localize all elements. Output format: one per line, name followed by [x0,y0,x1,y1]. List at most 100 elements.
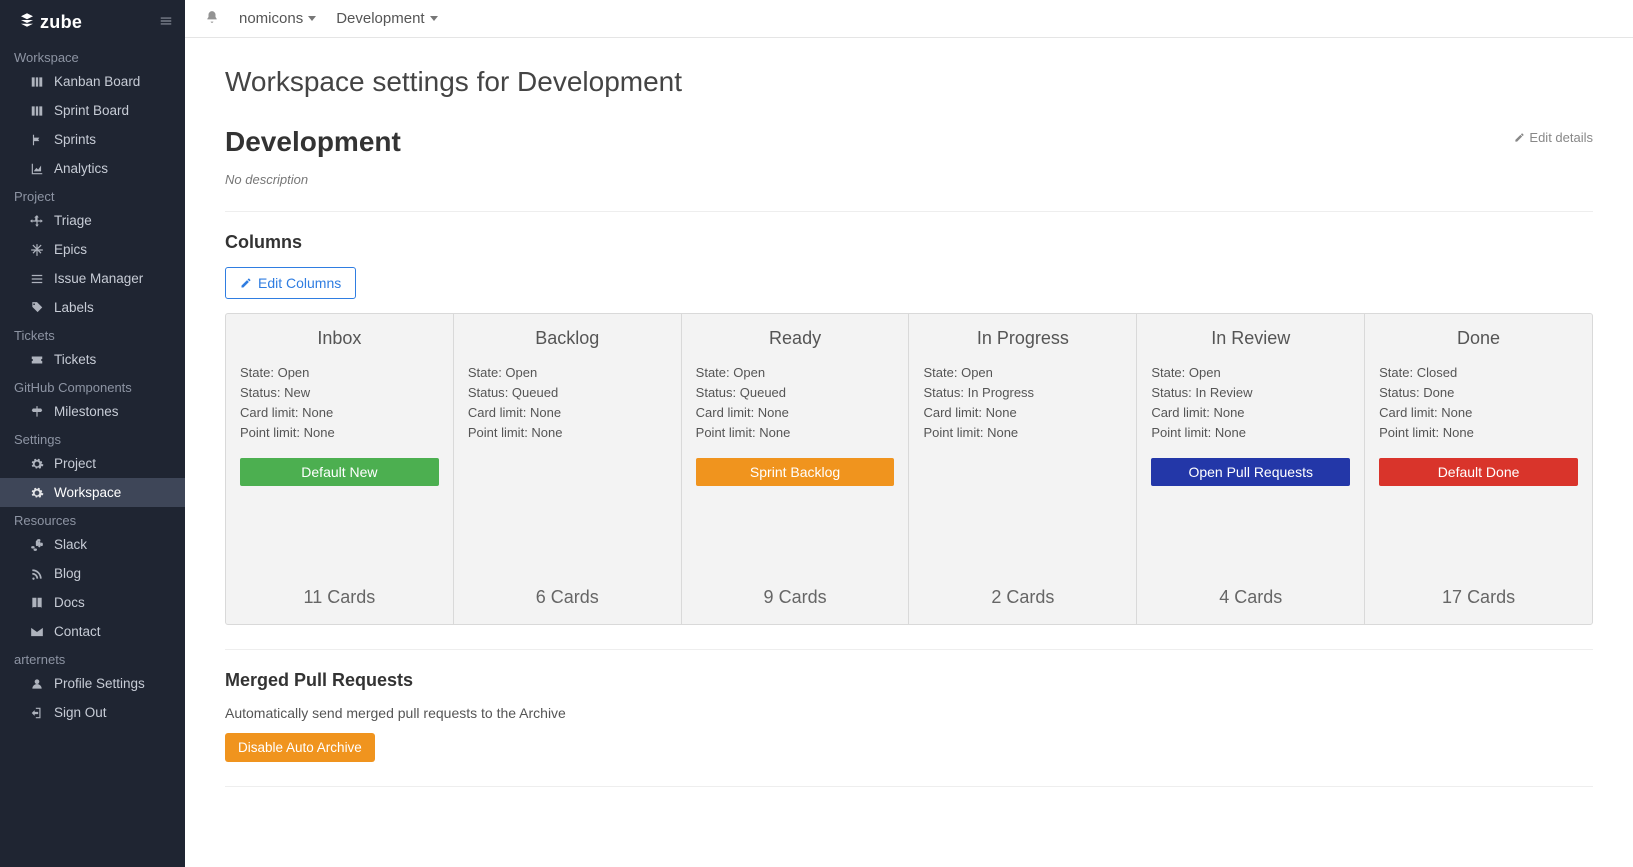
meta-label: Card limit [240,405,295,420]
column-meta-line: Status: In Progress [923,383,1122,403]
sidebar-toggle-icon[interactable] [159,14,173,31]
meta-label: State [1379,365,1409,380]
sidebar-section-title: arternets [0,646,185,669]
sidebar-item-label: Docs [54,595,85,610]
workspace-dropdown[interactable]: Development [336,10,437,27]
column-meta-line: Card limit: None [1151,403,1350,423]
sidebar-item-triage[interactable]: Triage [0,206,185,235]
edit-columns-button[interactable]: Edit Columns [225,267,356,299]
card-count-number: 11 [304,587,323,607]
column-meta-line: Point limit: None [1151,423,1350,443]
sidebar: zube WorkspaceKanban BoardSprint BoardSp… [0,0,185,867]
column-meta-line: State: Open [240,363,439,383]
brand-icon [18,11,36,34]
meta-value: None [531,425,562,440]
topbar: nomicons Development [185,0,1633,38]
sidebar-item-labels[interactable]: Labels [0,293,185,322]
slack-icon [30,538,44,552]
sidebar-item-milestones[interactable]: Milestones [0,397,185,426]
column-meta-line: Point limit: None [1379,423,1578,443]
sidebar-item-docs[interactable]: Docs [0,588,185,617]
disable-auto-archive-button[interactable]: Disable Auto Archive [225,733,375,762]
sidebar-item-label: Epics [54,242,87,257]
meta-label: Point limit [468,425,524,440]
sidebar-item-kanban-board[interactable]: Kanban Board [0,67,185,96]
meta-label: Card limit [696,405,751,420]
sidebar-item-label: Sprint Board [54,103,129,118]
column-meta-line: Status: Queued [696,383,895,403]
pencil-icon [240,277,252,289]
card-count-number: 17 [1442,587,1462,607]
arrows-icon [30,214,44,228]
meta-value: None [1213,405,1244,420]
sidebar-item-label: Contact [54,624,101,639]
column: InboxState: OpenStatus: NewCard limit: N… [226,314,454,624]
sidebar-item-sprint-board[interactable]: Sprint Board [0,96,185,125]
columns-icon [30,104,44,118]
column-meta-line: Card limit: None [240,403,439,423]
card-count-suffix: Cards [551,587,599,607]
sidebar-section-title: Project [0,183,185,206]
card-count-number: 6 [536,587,546,607]
column-title: Backlog [468,328,667,349]
card-count-suffix: Cards [1467,587,1515,607]
sidebar-item-analytics[interactable]: Analytics [0,154,185,183]
sidebar-section-title: Workspace [0,44,185,67]
meta-value: Closed [1417,365,1457,380]
bell-icon[interactable] [205,10,219,27]
columns-icon [30,75,44,89]
sidebar-item-blog[interactable]: Blog [0,559,185,588]
sidebar-item-epics[interactable]: Epics [0,235,185,264]
column: In ProgressState: OpenStatus: In Progres… [909,314,1137,624]
chart-icon [30,162,44,176]
sidebar-item-profile-settings[interactable]: Profile Settings [0,669,185,698]
meta-value: None [987,425,1018,440]
sidebar-item-label: Sprints [54,132,96,147]
card-count-suffix: Cards [779,587,827,607]
column-meta-line: Point limit: None [696,423,895,443]
caret-down-icon [430,16,438,21]
user-icon [30,677,44,691]
sidebar-item-slack[interactable]: Slack [0,530,185,559]
edit-details-button[interactable]: Edit details [1514,130,1593,145]
sidebar-item-project-settings[interactable]: Project [0,449,185,478]
content: Workspace settings for Development Devel… [185,38,1633,847]
sidebar-item-sign-out[interactable]: Sign Out [0,698,185,727]
sidebar-item-issue-manager[interactable]: Issue Manager [0,264,185,293]
tag-icon [30,301,44,315]
gear-icon [30,457,44,471]
column-meta: State: OpenStatus: NewCard limit: NonePo… [240,363,439,444]
sidebar-item-label: Profile Settings [54,676,145,691]
card-count-number: 9 [764,587,774,607]
meta-value: Open [505,365,537,380]
meta-value: Open [1189,365,1221,380]
sidebar-item-label: Tickets [54,352,96,367]
column-title: Done [1379,328,1578,349]
column-meta-line: State: Open [696,363,895,383]
sidebar-item-sprints[interactable]: Sprints [0,125,185,154]
column-badge: Open Pull Requests [1151,458,1350,486]
list-icon [30,272,44,286]
sidebar-item-workspace-settings[interactable]: Workspace [0,478,185,507]
column-meta-line: State: Open [923,363,1122,383]
org-dropdown[interactable]: nomicons [239,10,316,27]
logo[interactable]: zube [18,11,82,34]
sidebar-section-title: Tickets [0,322,185,345]
meta-label: Card limit [923,405,978,420]
sidebar-section-title: Settings [0,426,185,449]
column-meta-line: State: Closed [1379,363,1578,383]
sidebar-section-title: Resources [0,507,185,530]
caret-down-icon [308,16,316,21]
edit-columns-label: Edit Columns [258,275,341,291]
sidebar-item-contact[interactable]: Contact [0,617,185,646]
card-count-suffix: Cards [1006,587,1054,607]
main: nomicons Development Workspace settings … [185,0,1633,867]
edit-details-label: Edit details [1529,130,1593,145]
sidebar-item-label: Analytics [54,161,108,176]
sidebar-item-tickets[interactable]: Tickets [0,345,185,374]
pencil-icon [1514,132,1525,143]
columns-grid: InboxState: OpenStatus: NewCard limit: N… [225,313,1593,625]
card-count-number: 4 [1219,587,1229,607]
column: ReadyState: OpenStatus: QueuedCard limit… [682,314,910,624]
column-meta-line: Point limit: None [240,423,439,443]
